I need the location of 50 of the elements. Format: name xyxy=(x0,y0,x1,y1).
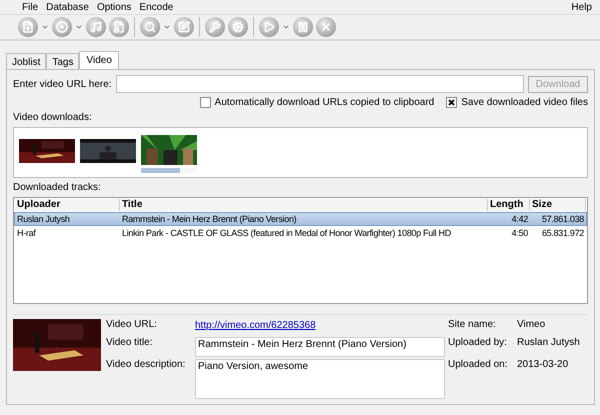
menu-item[interactable]: File xyxy=(18,2,42,12)
table-cell-text: 65.831.972 xyxy=(540,228,585,238)
caret-icon[interactable] xyxy=(75,23,83,31)
column-header[interactable]: Uploader xyxy=(15,198,120,211)
table-cell-text: Linkin Park - CASTLE OF GLASS (featured in Medal of Honor Warfighter) 1080p Full HD xyxy=(121,228,452,238)
field-value: Vimeo xyxy=(517,319,546,332)
checkbox-label: Save downloaded video files xyxy=(461,97,588,108)
column-header[interactable]: Size xyxy=(530,198,586,211)
checkbox[interactable] xyxy=(446,97,458,108)
table-cell-text: Rammstein - Mein Herz Brennt (Piano Version) xyxy=(121,214,298,224)
table-cell-text: Ruslan Jutysh xyxy=(16,214,71,224)
table-cell-text: 4:50 xyxy=(510,228,529,238)
field-value: Ruslan Jutysh xyxy=(517,337,581,350)
table-row[interactable]: H-raf Linkin Park - CASTLE OF GLASS (featured in Medal of Honor Warfighter) 1080p Full HD 4:50 65.831.972 xyxy=(14,226,587,240)
field-label: Video title: xyxy=(106,337,154,350)
gear-icon[interactable] xyxy=(228,17,248,37)
table-cell-text: 57.861.038 xyxy=(540,214,585,224)
downloads-label: Video downloads: xyxy=(13,112,93,123)
field-value: 2013-03-20 xyxy=(517,359,570,372)
title-field[interactable]: Rammstein - Mein Herz Brennt (Piano Version) xyxy=(195,337,445,357)
close-icon[interactable] xyxy=(316,17,336,37)
column-header[interactable]: Length xyxy=(488,198,530,211)
tab[interactable]: Joblist xyxy=(6,53,46,69)
menu-item[interactable]: Help xyxy=(567,2,596,12)
field-label: Uploaded on: xyxy=(448,359,508,372)
column-header[interactable]: Title xyxy=(120,198,488,211)
url-input[interactable] xyxy=(116,75,524,93)
checkbox-label: Automatically download URLs copied to clipboard xyxy=(214,97,434,108)
file-lock-icon[interactable] xyxy=(109,17,129,37)
table-cell-text: H-raf xyxy=(16,228,37,238)
caret-icon[interactable] xyxy=(41,23,49,31)
tab[interactable]: Tags xyxy=(46,53,80,69)
field-label: Site name: xyxy=(448,319,497,332)
checkbox[interactable] xyxy=(200,97,211,108)
menu-item[interactable]: Database xyxy=(42,2,93,12)
menu-item[interactable]: Encode xyxy=(135,2,178,12)
table-row[interactable]: Ruslan Jutysh Rammstein - Mein Herz Brennt (Piano Version) 4:42 57.861.038 xyxy=(14,212,587,226)
tracks-label: Downloaded tracks: xyxy=(13,182,102,193)
tab[interactable]: Video xyxy=(79,51,119,69)
menu-item[interactable]: Options xyxy=(92,2,136,12)
wrench-icon[interactable] xyxy=(205,17,225,37)
field-label: Uploaded by: xyxy=(448,337,508,350)
caret-icon[interactable] xyxy=(163,23,171,31)
field-label: Video URL: xyxy=(106,319,158,332)
url-label: Enter video URL here: xyxy=(13,78,112,90)
description-field[interactable]: Piano Version, awesome xyxy=(195,359,445,399)
field-label: Video description: xyxy=(106,359,186,372)
caret-icon[interactable] xyxy=(282,23,290,31)
video-link[interactable]: http://vimeo.com/62285368 xyxy=(195,320,316,331)
table-cell-text: 4:42 xyxy=(510,214,529,224)
